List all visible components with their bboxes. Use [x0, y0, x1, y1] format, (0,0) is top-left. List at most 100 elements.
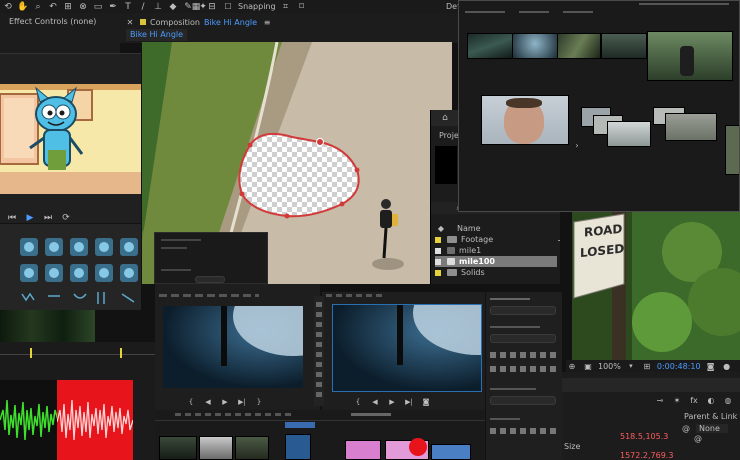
property-value-1[interactable]: 518.5,105.3	[620, 432, 668, 441]
mark-out-icon[interactable]: }	[253, 396, 265, 408]
timeline-clip-blue[interactable]	[431, 444, 471, 460]
timeline-clip[interactable]	[199, 436, 233, 460]
clip-thumbnail[interactable]	[467, 33, 513, 59]
magnify-icon[interactable]: ⊕	[566, 360, 578, 372]
essential-graphics-panel	[486, 292, 562, 460]
road-sign: ROAD LOSED	[576, 215, 624, 260]
project-item-mile1[interactable]: mile1	[435, 245, 559, 256]
project-item-mile100[interactable]: mile100	[435, 256, 557, 267]
grid-icon[interactable]: ⊟	[206, 1, 218, 13]
fx-icon[interactable]: fx	[688, 394, 700, 406]
project-item-footage[interactable]: Footage	[435, 234, 559, 245]
snap-options-icon[interactable]: ⌗	[280, 1, 292, 13]
clip-thumbnail[interactable]	[557, 33, 601, 59]
text-value-field[interactable]	[490, 396, 556, 405]
project-item-solids[interactable]: Solids	[435, 267, 559, 278]
loop-icon[interactable]: ⟳	[60, 212, 72, 223]
step-back-icon[interactable]: ◀	[202, 396, 214, 408]
export-frame-icon[interactable]: ◙	[420, 396, 432, 408]
shy-icon[interactable]: ⊸	[654, 394, 666, 406]
snapping-checkbox-icon[interactable]: ☐	[222, 1, 234, 13]
timeline-clip[interactable]	[285, 434, 311, 460]
collapse-icon[interactable]: ✶	[671, 394, 683, 406]
undo-icon[interactable]: ↶	[47, 1, 59, 13]
composition-tab-label: Bike Hi Angle	[130, 30, 184, 39]
clip-thumbnail[interactable]	[601, 33, 647, 59]
rectangle-tool-icon[interactable]: ▭	[92, 1, 104, 13]
pickwhip-icon[interactable]: @	[680, 422, 692, 434]
brush-tool-icon[interactable]: /	[137, 1, 149, 13]
composition-name[interactable]: Bike Hi Angle	[204, 18, 257, 27]
timeline-clip[interactable]	[159, 436, 197, 460]
clip-thumbnail-edge[interactable]	[725, 125, 739, 175]
play-icon[interactable]: ▶	[386, 396, 398, 408]
eraser-icon[interactable]: ◆	[167, 1, 179, 13]
parent-link-label: Parent & Link	[684, 412, 738, 421]
mark-in-icon[interactable]: {	[352, 396, 364, 408]
pen-tool-icon[interactable]: ✒	[107, 1, 119, 13]
source-monitor-video[interactable]	[163, 306, 303, 388]
clip-thumbnail[interactable]	[512, 33, 558, 59]
project-column-name[interactable]: Name	[457, 224, 481, 233]
property-value-2[interactable]: 1572.2,769.3	[620, 451, 673, 460]
snap-edges-icon[interactable]: ⌑	[296, 1, 308, 13]
rotate-tool-icon[interactable]: ⟲	[2, 1, 14, 13]
label-tag-icon: ◆	[437, 223, 445, 233]
hand-tool-icon[interactable]: ✋	[17, 1, 29, 13]
folder-icon	[447, 236, 457, 243]
clip-thumbnail-face[interactable]	[481, 95, 569, 145]
size-label: Size	[564, 442, 581, 451]
play-icon[interactable]: ▶	[219, 396, 231, 408]
audio-waveform-green[interactable]	[0, 380, 58, 460]
home-icon[interactable]: ⌂	[439, 112, 451, 124]
composition-title-prefix: Composition	[150, 17, 200, 27]
trigger-icon-grid[interactable]	[0, 224, 141, 310]
next-frame-icon[interactable]: ⏭	[42, 212, 54, 223]
timeline-clip-pink[interactable]	[345, 440, 381, 460]
clip-thumbnail-large[interactable]	[647, 31, 733, 81]
audio-timeline-panel	[0, 342, 155, 460]
menu-icon[interactable]: ≡	[261, 16, 273, 28]
region-icon[interactable]: ▣	[582, 360, 594, 372]
audio-waveform-red[interactable]	[57, 380, 133, 460]
dialog-ok-button[interactable]	[195, 276, 225, 283]
snapshot-camera-icon[interactable]: ◙	[705, 360, 717, 372]
clip-thumbnail-stack[interactable]	[607, 121, 651, 147]
clip-thumbnail-road[interactable]	[665, 113, 717, 141]
scroll-arrow-icon[interactable]: ›	[571, 139, 583, 151]
pan-behind-icon[interactable]: ⊗	[77, 1, 89, 13]
adjust-icon[interactable]: ◍	[722, 394, 734, 406]
color-channel-icon[interactable]: ●	[721, 360, 733, 372]
align-icon[interactable]: ▦	[190, 1, 202, 13]
hierarchy-icon[interactable]: ⊹	[555, 234, 560, 246]
snapping-label[interactable]: Snapping	[238, 2, 276, 11]
prev-frame-icon[interactable]: ⏮	[6, 212, 18, 223]
pickwhip-icon[interactable]: @	[692, 432, 704, 444]
transparency-grid-icon[interactable]: ⊞	[641, 360, 653, 372]
step-forward-icon[interactable]: ▶|	[236, 396, 248, 408]
step-back-icon[interactable]: ◀	[369, 396, 381, 408]
label-swatch	[435, 236, 441, 243]
animation-viewer-panel: ⏮ ▶ ⏭ ⟳	[0, 53, 141, 223]
font-dropdown[interactable]	[490, 334, 556, 343]
chevron-down-icon[interactable]: ▾	[625, 360, 637, 372]
current-timecode[interactable]: 0:00:48:10	[657, 362, 701, 371]
composition-panel: ✕ Composition Bike Hi Angle ≡ Bike Hi An…	[120, 13, 460, 43]
program-monitor-video[interactable]	[332, 304, 482, 392]
zoom-tool-icon[interactable]: ⌕	[32, 1, 44, 13]
zoom-level[interactable]: 100%	[598, 362, 621, 371]
close-icon[interactable]: ✕	[124, 16, 136, 28]
project-preview	[435, 146, 457, 184]
style-dropdown[interactable]	[490, 306, 556, 315]
timeline-clip[interactable]	[235, 436, 269, 460]
effect-controls-title[interactable]: Effect Controls (none)	[9, 17, 96, 26]
project-item-label: Footage	[461, 235, 494, 244]
camera-tool-icon[interactable]: ⊞	[62, 1, 74, 13]
play-icon[interactable]: ▶	[24, 212, 36, 223]
clone-stamp-icon[interactable]: ⊥	[152, 1, 164, 13]
mark-in-icon[interactable]: {	[185, 396, 197, 408]
step-forward-icon[interactable]: ▶|	[403, 396, 415, 408]
composition-tab[interactable]: Bike Hi Angle	[126, 29, 188, 41]
motion-blur-icon[interactable]: ◐	[705, 394, 717, 406]
text-tool-icon[interactable]: T	[122, 1, 134, 13]
